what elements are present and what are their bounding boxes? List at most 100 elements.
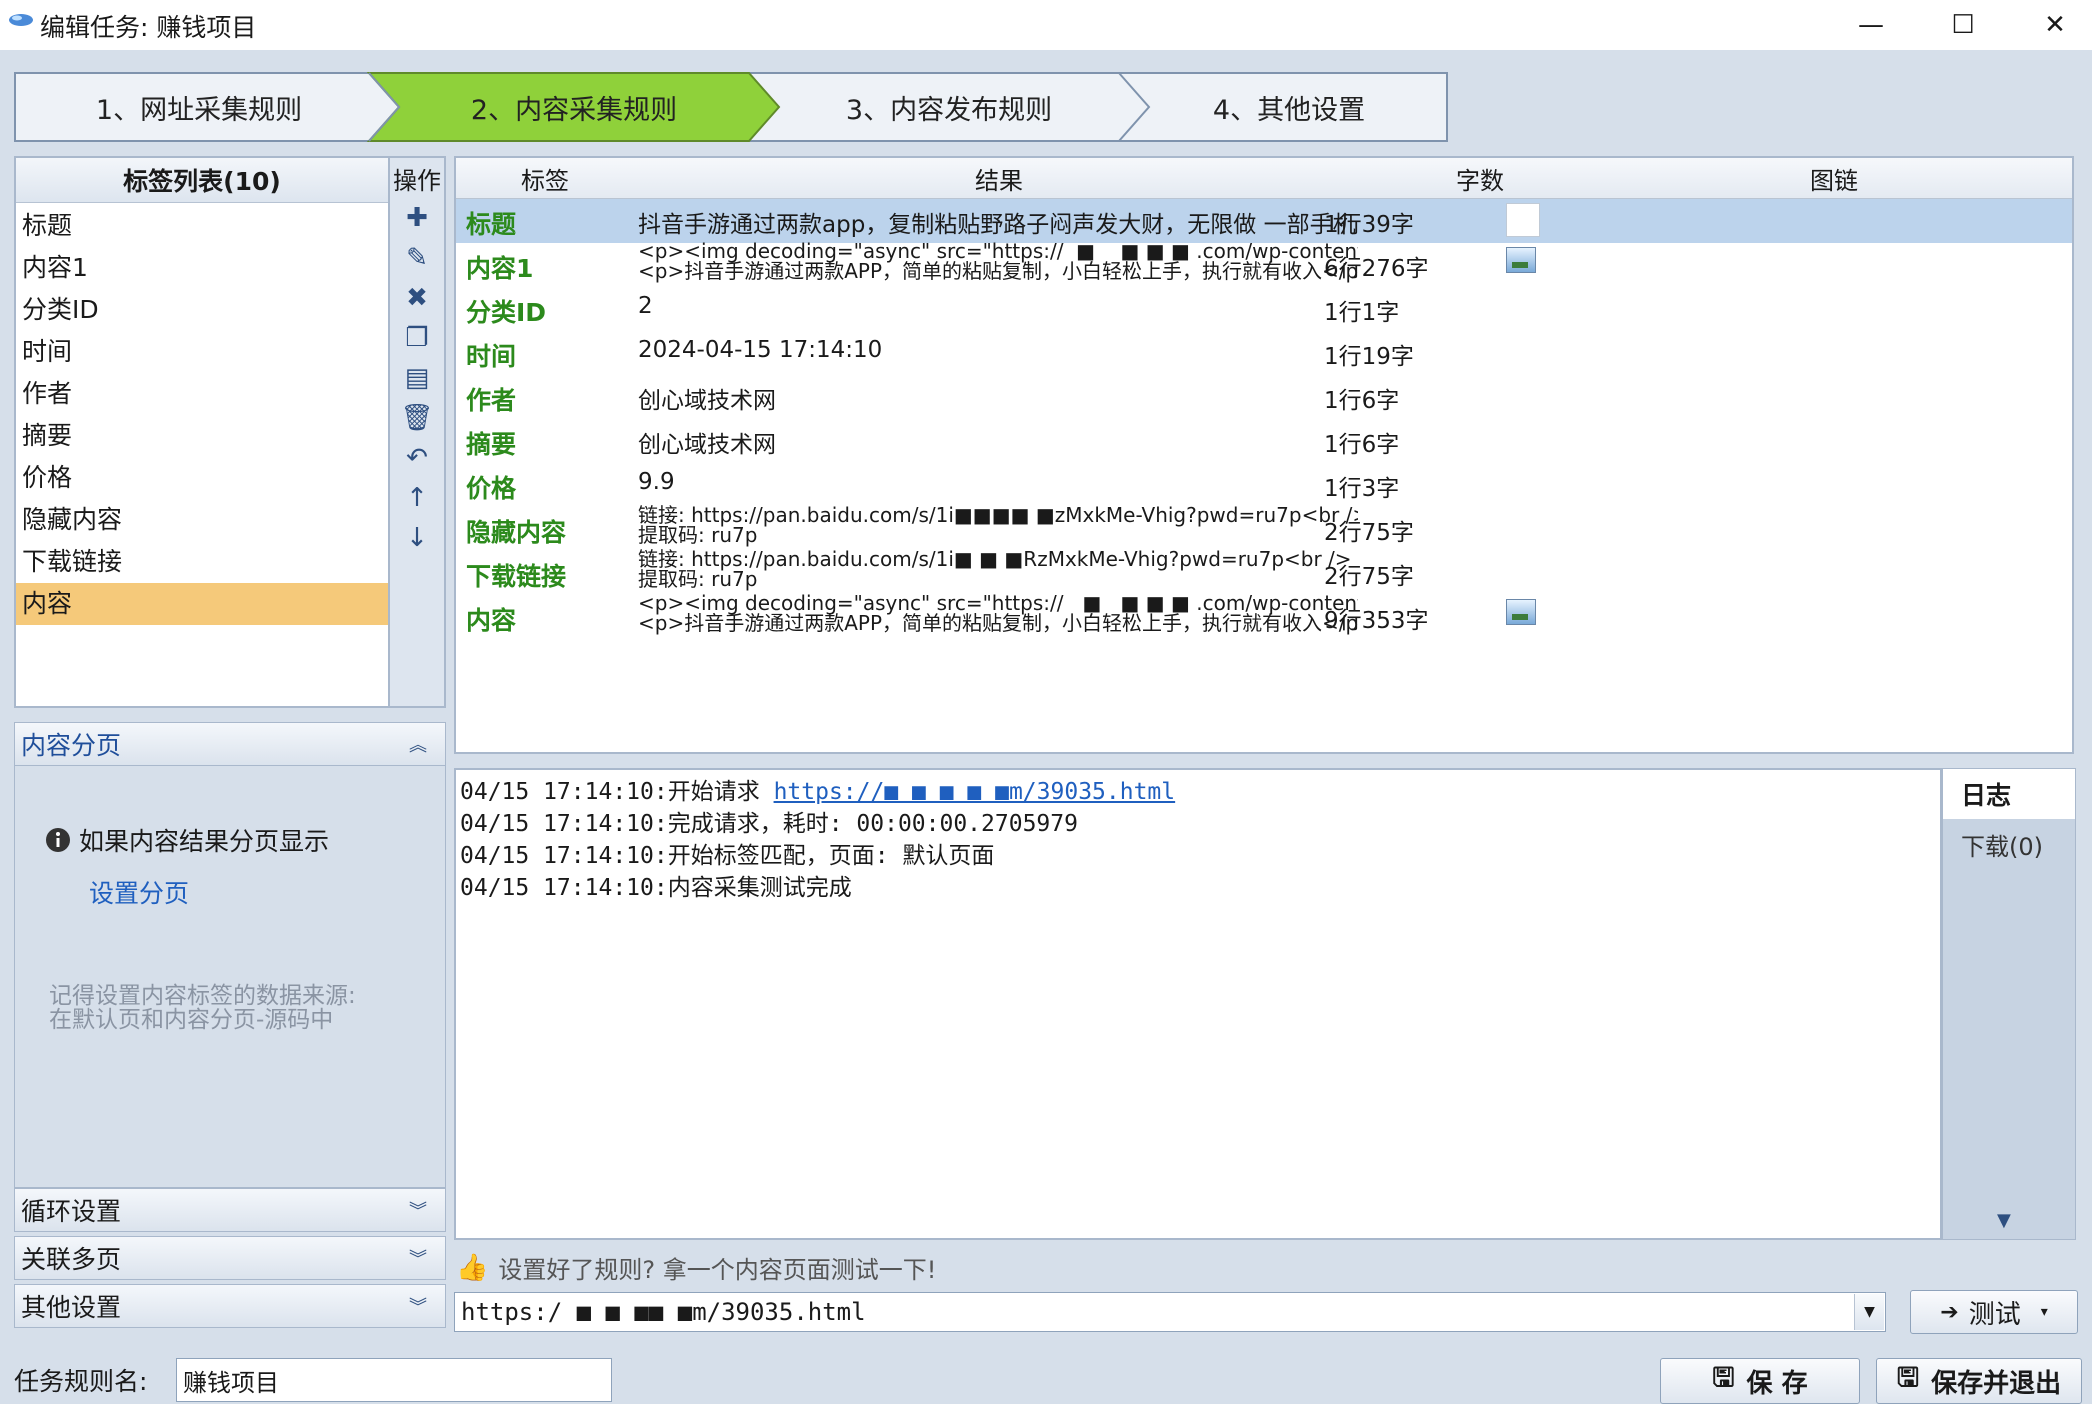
log-text: 04/15 17:14:10:开始标签匹配，页面: 默认页面 (460, 843, 995, 869)
content-paging-body: 如果内容结果分页显示 设置分页 记得设置内容标签的数据来源: 在默认页和内容分页… (14, 766, 446, 1188)
column-header-count[interactable]: 字数 (1364, 158, 1597, 198)
add-icon[interactable]: ✚ (397, 198, 437, 238)
step-tabs: 1、网址采集规则 2、内容采集规则 3、内容发布规则 4、其他设置 (14, 72, 1448, 142)
row-label: 标题 (466, 210, 517, 239)
tab-download[interactable]: 下载(0) (1943, 819, 2075, 869)
save-exit-button-label: 保存并退出 (1931, 1368, 2062, 1399)
row-image[interactable] (1506, 247, 1536, 273)
caret-down-icon[interactable]: ▼ (1997, 1210, 2011, 1231)
table-row[interactable]: 作者 创心域技术网 1行6字 (456, 375, 2072, 419)
tab-other-settings[interactable]: 4、其他设置 (1134, 72, 1444, 142)
tag-item[interactable]: 内容1 (16, 247, 388, 289)
row-image[interactable] (1506, 203, 1540, 237)
table-header: 标签 结果 字数 图链 (456, 158, 2072, 199)
tag-item[interactable]: 标题 (16, 205, 388, 247)
info-icon (46, 828, 70, 852)
row-result-line2: 提取码: ru7p (638, 523, 758, 547)
table-row[interactable]: 分类ID 2 1行1字 (456, 287, 2072, 331)
set-paging-link[interactable]: 设置分页 (89, 874, 189, 910)
table-row[interactable]: 时间 2024-04-15 17:14:10 1行19字 (456, 331, 2072, 375)
tab-url-rules[interactable]: 1、网址采集规则 (14, 72, 384, 142)
row-count: 1行3字 (1324, 476, 1400, 502)
trash-icon[interactable]: 🗑 (397, 398, 437, 438)
log-link[interactable]: https://■ ■ ■ ■ ■m/39035.html (774, 779, 1176, 805)
tab-content-rules[interactable]: 2、内容采集规则 (384, 72, 764, 142)
log-side-tabs: 日志 下载(0) ▼ (1942, 768, 2076, 1240)
row-label: 分类ID (466, 298, 547, 327)
paging-info-text: 如果内容结果分页显示 (79, 827, 330, 856)
title-bar: 编辑任务: 赚钱项目 — ☐ ✕ (0, 0, 2092, 50)
task-name-value: 赚钱项目 (183, 1368, 279, 1397)
row-result: 抖音手游通过两款app，复制粘贴野路子闷声发大财，无限做 一部手机日入500+ (638, 212, 1358, 238)
table-row[interactable]: 摘要 创心域技术网 1行6字 (456, 419, 2072, 463)
dropdown-caret-icon: ▾ (2040, 1304, 2048, 1320)
paste-icon[interactable]: ▤ (397, 358, 437, 398)
section-title: 其他设置 (21, 1293, 122, 1322)
paging-hint-text: 记得设置内容标签的数据来源: 在默认页和内容分页-源码中 (49, 983, 356, 1033)
chevron-down-icon: ︾ (409, 1297, 427, 1318)
log-line: 04/15 17:14:10:内容采集测试完成 (456, 872, 1940, 904)
undo-icon[interactable]: ↶ (397, 438, 437, 478)
thumbs-up-icon: 👍 (456, 1252, 489, 1283)
row-image[interactable] (1506, 599, 1536, 625)
other-settings-header[interactable]: 其他设置 ︾ (14, 1284, 446, 1328)
edit-icon[interactable]: ✎ (397, 238, 437, 278)
save-exit-button[interactable]: 🖫 保存并退出 (1876, 1358, 2082, 1404)
table-row[interactable]: 内容 <p><img decoding="async" src="https:/… (456, 593, 2072, 639)
copy-icon[interactable]: ❐ (397, 318, 437, 358)
tab-publish-rules[interactable]: 3、内容发布规则 (764, 72, 1134, 142)
tab-log[interactable]: 日志 (1943, 769, 2075, 819)
log-line: 04/15 17:14:10:开始请求 https://■ ■ ■ ■ ■m/3… (456, 776, 1940, 808)
save-button-label: 保 存 (1746, 1368, 1808, 1399)
table-row[interactable]: 价格 9.9 1行3字 (456, 463, 2072, 507)
row-label: 内容1 (466, 254, 534, 283)
test-hint-text: 设置好了规则? 拿一个内容页面测试一下! (498, 1256, 937, 1284)
close-button[interactable]: ✕ (2010, 0, 2092, 50)
floppy-icon: 🖫 (1712, 1363, 1735, 1393)
row-result-line1: 链接: https://pan.baidu.com/s/1i■■■■ ■zMxk… (638, 505, 1358, 527)
url-dropdown-icon[interactable]: ▼ (1854, 1294, 1884, 1330)
tag-item[interactable]: 作者 (16, 373, 388, 415)
tag-item[interactable]: 摘要 (16, 415, 388, 457)
arrow-up-icon[interactable]: ↑ (397, 478, 437, 518)
multi-page-header[interactable]: 关联多页 ︾ (14, 1236, 446, 1280)
test-button[interactable]: ➔ 测试 ▾ (1910, 1290, 2078, 1334)
row-result: 9.9 (638, 469, 675, 495)
task-name-input[interactable]: 赚钱项目 (176, 1358, 612, 1402)
row-result-line2: <p>抖音手游通过两款APP，简单的粘贴复制，小白轻松上手，执行就有收入</p> (638, 259, 1358, 283)
chevron-down-icon: ︾ (409, 1201, 427, 1222)
table-row[interactable]: 隐藏内容 链接: https://pan.baidu.com/s/1i■■■■ … (456, 505, 2072, 551)
tag-item-selected[interactable]: 内容 (16, 583, 388, 625)
tag-list-panel: 标签列表(10) 标题 内容1 分类ID 时间 作者 摘要 价格 隐藏内容 下载… (14, 156, 390, 708)
row-result-line1: 链接: https://pan.baidu.com/s/1i■ ■ ■RzMxk… (638, 549, 1352, 571)
minimize-button[interactable]: — (1826, 0, 1916, 50)
content-paging-title: 内容分页 (21, 731, 122, 760)
table-row[interactable]: 内容1 <p><img decoding="async" src="https:… (456, 241, 2072, 287)
column-header-image[interactable]: 图链 (1596, 158, 2072, 198)
arrow-down-icon[interactable]: ↓ (397, 518, 437, 558)
row-result: 链接: https://pan.baidu.com/s/1i■■■■ ■zMxk… (638, 505, 1358, 549)
tag-item[interactable]: 分类ID (16, 289, 388, 331)
tag-item[interactable]: 时间 (16, 331, 388, 373)
log-text: 04/15 17:14:10:内容采集测试完成 (460, 875, 852, 901)
row-result-line2: <p>抖音手游通过两款APP，简单的粘贴复制，小白轻松上手，执行就有收入</p> (638, 611, 1358, 635)
row-label: 下载链接 (466, 562, 567, 591)
delete-icon[interactable]: ✖ (397, 278, 437, 318)
row-result-line2: 提取码: ru7p (638, 567, 758, 591)
maximize-button[interactable]: ☐ (1918, 0, 2008, 50)
test-url-input[interactable]: https:/ ■ ■ ■■ ■m/39035.html (454, 1292, 1886, 1332)
save-button[interactable]: 🖫 保 存 (1660, 1358, 1860, 1404)
table-row[interactable]: 下载链接 链接: https://pan.baidu.com/s/1i■ ■ ■… (456, 549, 2072, 595)
tag-item[interactable]: 下载链接 (16, 541, 388, 583)
column-header-result[interactable]: 结果 (634, 158, 1365, 198)
floppy-icon: 🖫 (1896, 1363, 1920, 1393)
table-row[interactable]: 标题 抖音手游通过两款app，复制粘贴野路子闷声发大财，无限做 一部手机日入50… (456, 199, 2072, 243)
image-thumbnail-icon (1506, 599, 1536, 625)
column-header-tag[interactable]: 标签 (456, 158, 635, 198)
tag-item[interactable]: 价格 (16, 457, 388, 499)
content-paging-header[interactable]: 内容分页 ︽ (14, 722, 446, 766)
row-count: 9行353字 (1324, 608, 1429, 634)
tag-list-header: 标签列表(10) (16, 158, 388, 203)
tag-item[interactable]: 隐藏内容 (16, 499, 388, 541)
loop-settings-header[interactable]: 循环设置 ︾ (14, 1188, 446, 1232)
